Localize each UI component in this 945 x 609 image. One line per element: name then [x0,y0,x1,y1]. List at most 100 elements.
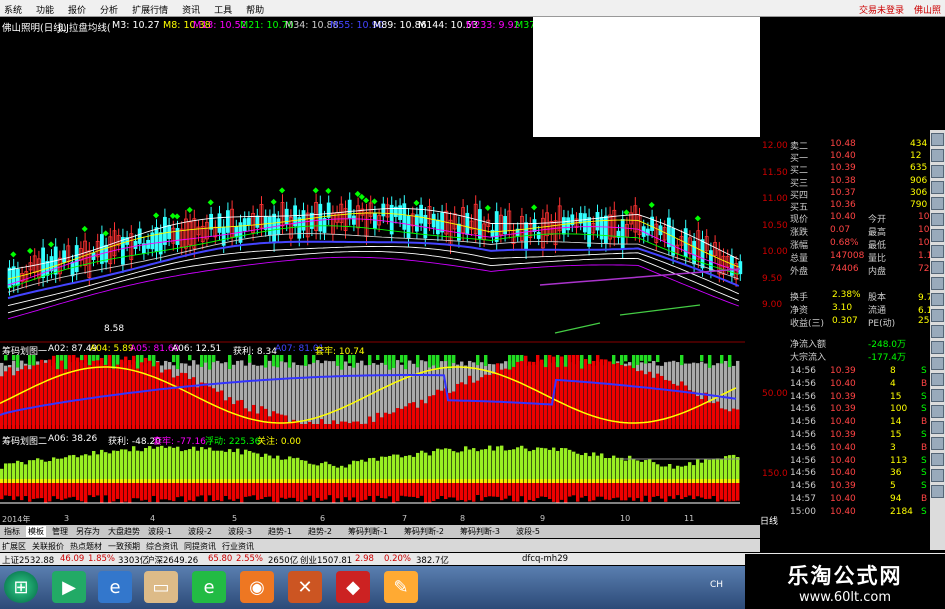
ext-tab-5[interactable]: 同提资讯 [184,541,216,552]
menu-item-1[interactable]: 功能 [36,3,54,16]
tab-5[interactable]: 波段-1 [146,526,174,537]
menu-item-3[interactable]: 分析 [100,3,118,16]
chip-bar [344,361,348,429]
candle [620,210,625,259]
menu-item-6[interactable]: 工具 [214,3,232,16]
toolbar-button[interactable] [931,213,944,226]
sh-index[interactable]: 上证2532.88 [2,554,54,566]
media-player-icon[interactable]: ▶ [52,571,86,603]
ext-tab-6[interactable]: 行业资讯 [222,541,254,552]
chip-indicator-panel-1[interactable]: 筹码划图一 A02: 87.49 A04: 5.89 A05: 81.60 A0… [0,343,760,433]
panel1-a06: A06: 12.51 [172,344,222,354]
tab-2[interactable]: 管理 [50,526,70,537]
menu-item-0[interactable]: 系统 [4,3,22,16]
toolbar-button[interactable] [931,181,944,194]
chip-bar [592,360,596,429]
period-label[interactable]: 日线 [760,514,778,527]
folder-icon[interactable]: ▭ [144,571,178,603]
candle [213,220,218,244]
quote-label: 涨跌 [790,228,809,238]
indicator-name[interactable]: JLJ拉盘均线( [58,20,111,33]
tab-4[interactable]: 大盘趋势 [106,526,142,537]
toolbar-button[interactable] [931,277,944,290]
toolbar-button[interactable] [931,245,944,258]
tab-7[interactable]: 波段-3 [226,526,254,537]
tool-icon[interactable]: ◆ [336,571,370,603]
cy-index[interactable]: 创业1507.81 [300,554,352,566]
chip2-bar [392,454,396,503]
candle [545,204,549,244]
paint-icon[interactable]: ✎ [384,571,418,603]
tab-11[interactable]: 筹码判断-2 [402,526,446,537]
stock-app-icon[interactable]: ✕ [288,571,322,603]
toolbar-button[interactable] [931,485,944,498]
tick-volume: 4 [890,378,896,389]
tab-0[interactable]: 指标 [2,526,22,537]
book-volume: 635 [910,163,928,174]
candle [301,202,306,239]
menu-item-5[interactable]: 资讯 [182,3,200,16]
ext-tab-3[interactable]: 一致预期 [108,541,140,552]
tab-3[interactable]: 另存为 [74,526,102,537]
tab-12[interactable]: 筹码判断-3 [458,526,502,537]
tab-6[interactable]: 波段-2 [186,526,214,537]
toolbar-button[interactable] [931,421,944,434]
chip2-bar [332,465,336,503]
buy-marker: ◆ [153,211,160,220]
chip-bar [288,355,292,429]
toolbar-button[interactable] [931,149,944,162]
toolbar-button[interactable] [931,389,944,402]
firefox-icon[interactable]: ◉ [240,571,274,603]
chip-bar [532,361,536,429]
language-indicator[interactable]: CH [710,580,723,590]
ie-browser-icon[interactable]: e [98,571,132,603]
menu-item-2[interactable]: 报价 [68,3,86,16]
ext-tab-1[interactable]: 关联报价 [32,541,64,552]
toolbar-button[interactable] [931,165,944,178]
toolbar-button[interactable] [931,357,944,370]
browser-e-icon[interactable]: e [192,571,226,603]
candle [549,214,554,242]
toolbar-button[interactable] [931,437,944,450]
toolbar-button[interactable] [931,405,944,418]
toolbar-button[interactable] [931,325,944,338]
menu-item-7[interactable]: 帮助 [246,3,264,16]
chip2-bar [200,447,204,496]
tab-9[interactable]: 趋势-2 [306,526,334,537]
candle [58,250,62,282]
chip-bar [360,360,364,429]
candle [41,238,45,287]
candle [402,195,407,238]
chip-bar [528,361,532,429]
date-label: 9 [540,514,546,523]
menu-item-4[interactable]: 扩展行情 [132,3,168,16]
toolbar-button[interactable] [931,341,944,354]
tab-1[interactable]: 模板 [26,526,46,537]
toolbar-button[interactable] [931,469,944,482]
chip2-bar [560,447,564,500]
toolbar-button[interactable] [931,373,944,386]
chip2-bar [80,455,84,502]
toolbar-button[interactable] [931,293,944,306]
tick-side: S [921,391,927,402]
candle [133,234,138,256]
ext-tab-4[interactable]: 综合资讯 [146,541,178,552]
toolbar-button[interactable] [931,261,944,274]
toolbar-button[interactable] [931,133,944,146]
start-button[interactable]: ⊞ [4,571,38,603]
chip2-bar [284,459,288,499]
toolbar-button[interactable] [931,453,944,466]
chip2-bar [88,455,92,496]
chip-indicator-panel-2[interactable]: 筹码划图二 A06: 38.26 获利: -48.20 套牢: -77.16 浮… [0,433,760,513]
ext-tab-2[interactable]: 热点题材 [70,541,102,552]
tab-13[interactable]: 波段-5 [514,526,542,537]
hs-index[interactable]: 沪深2649.26 [146,554,198,566]
tab-10[interactable]: 筹码判断-1 [346,526,390,537]
toolbar-button[interactable] [931,229,944,242]
toolbar-button[interactable] [931,197,944,210]
toolbar-button[interactable] [931,309,944,322]
chip2-bar [252,452,256,496]
tab-8[interactable]: 趋势-1 [266,526,294,537]
ext-tab-0[interactable]: 扩展区 [2,541,26,552]
quote-label: 最高 [868,228,887,238]
